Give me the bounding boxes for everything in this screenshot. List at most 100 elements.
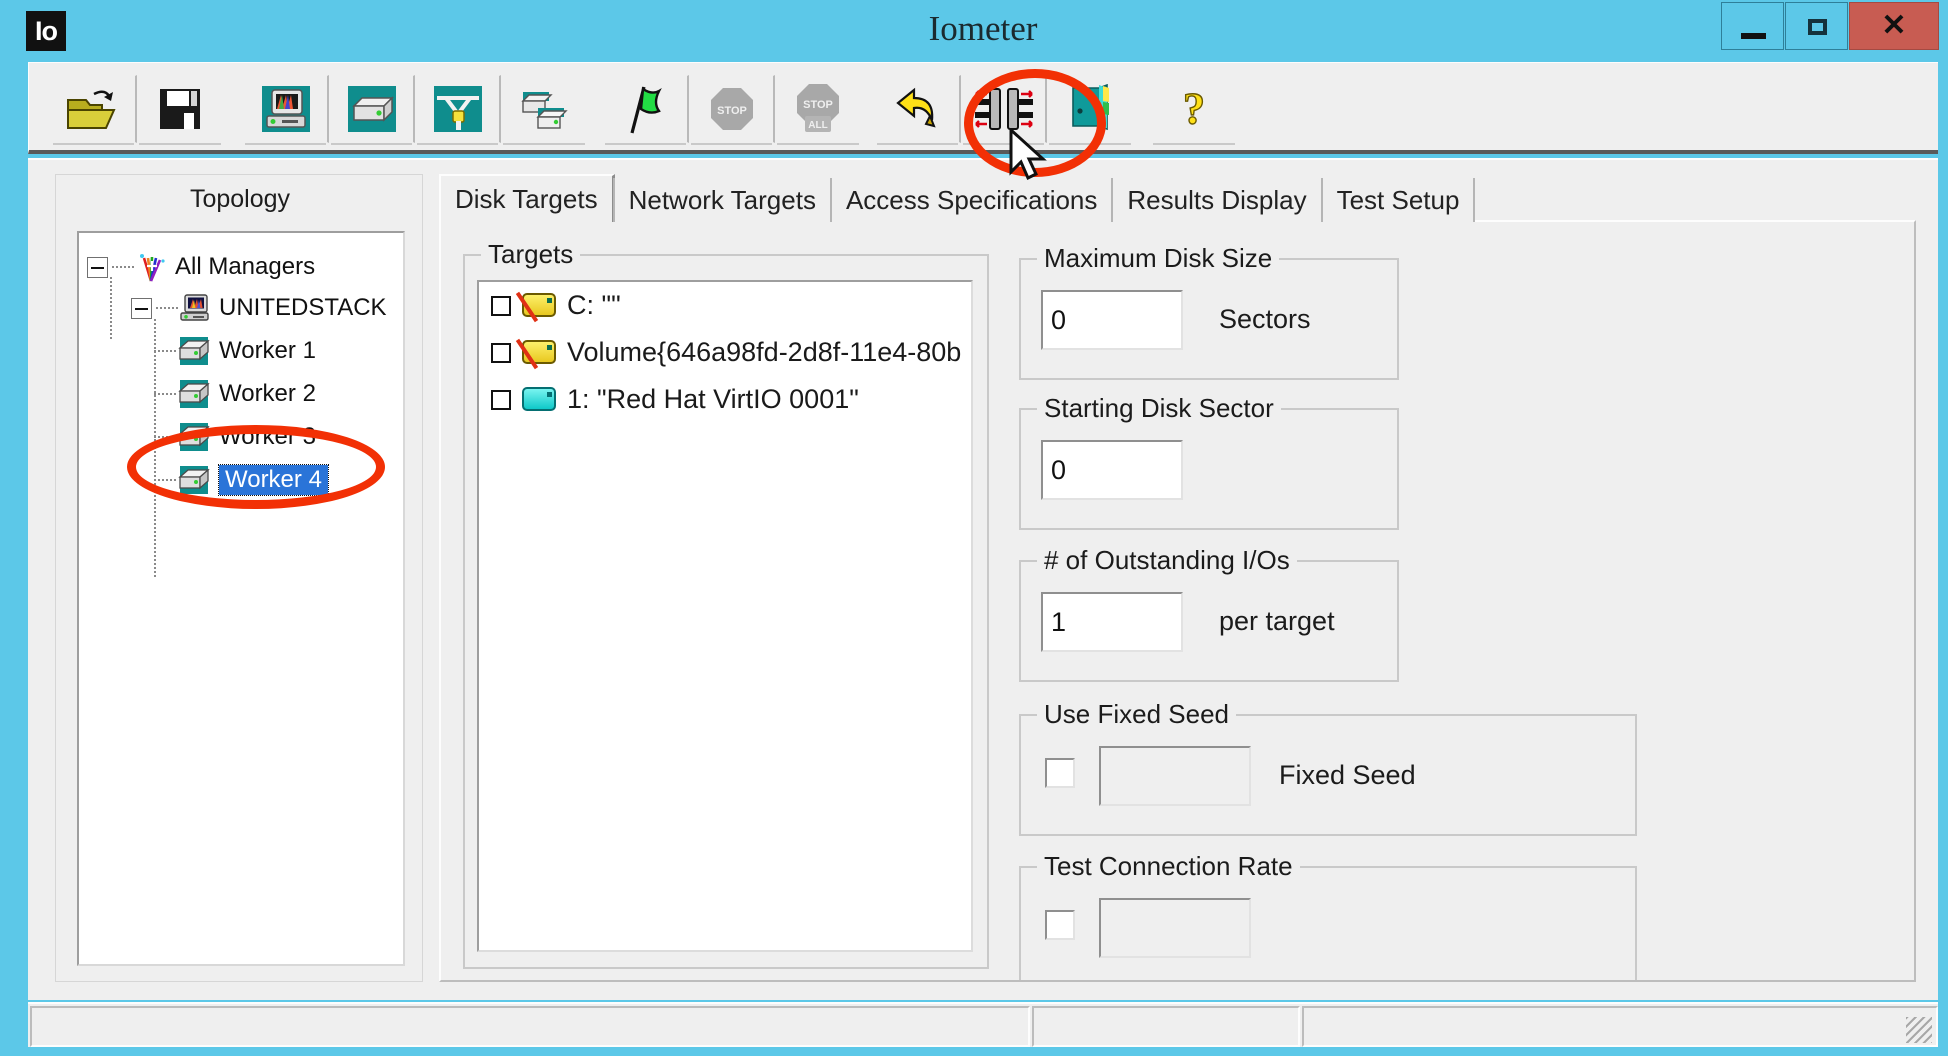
tree-node-label: Worker 2: [219, 380, 316, 407]
stop-icon: STOP: [710, 88, 753, 130]
maximum-disk-size-input[interactable]: [1041, 290, 1183, 350]
tree-connector: [154, 393, 176, 395]
toolbar-stop-button[interactable]: STOP: [689, 75, 775, 145]
logical-drive-unprepared-icon: [515, 338, 556, 369]
topology-tree[interactable]: All Managers UNITEDSTACK Worker 1 Worker…: [77, 231, 405, 966]
svg-text:STOP: STOP: [717, 105, 747, 117]
use-fixed-seed-group: Use Fixed Seed Fixed Seed: [1019, 699, 1637, 836]
svg-text:STOP: STOP: [803, 99, 833, 111]
status-pane-2: [1032, 1006, 1300, 1047]
tree-node-label: Worker 1: [219, 337, 316, 364]
targets-group: Targets C: "" Volume{646a98fd-2d8f-11e4-…: [463, 239, 989, 969]
tab-test-setup[interactable]: Test Setup: [1320, 178, 1476, 222]
tree-node-label: All Managers: [175, 253, 316, 280]
tab-network-targets[interactable]: Network Targets: [612, 178, 832, 222]
toolbar-stop-all-button[interactable]: STOP ALL: [775, 75, 861, 145]
topology-panel: Topology All Managers UNITEDSTACK Worker…: [55, 174, 423, 982]
physical-disk-icon: [522, 386, 556, 413]
all-managers-wand-icon: [140, 254, 165, 282]
toolbar-exit-button[interactable]: [1047, 75, 1133, 145]
minimize-button[interactable]: [1721, 2, 1784, 50]
targets-list[interactable]: C: "" Volume{646a98fd-2d8f-11e4-80b 1: "…: [477, 280, 973, 952]
logical-drive-unprepared-icon: [515, 291, 556, 322]
tree-connector: [110, 277, 112, 341]
tab-results-display[interactable]: Results Display: [1111, 178, 1323, 222]
reset-arrow-icon: [895, 87, 936, 128]
worker-disk-icon: [178, 380, 210, 408]
target-list-item[interactable]: 1: "Red Hat VirtIO 0001": [479, 376, 971, 423]
use-fixed-seed-checkbox[interactable]: [1045, 758, 1075, 788]
target-checkbox[interactable]: [491, 295, 511, 316]
tree-node-worker-1[interactable]: Worker 1: [154, 333, 316, 369]
new-worker-icon: [347, 86, 396, 132]
tab-strip: Disk Targets Network Targets Access Spec…: [439, 174, 1476, 222]
tree-node-label-selected: Worker 4: [218, 464, 329, 496]
tree-node-worker-3[interactable]: Worker 3: [154, 419, 316, 455]
target-label: Volume{646a98fd-2d8f-11e4-80b: [567, 337, 962, 367]
tree-node-worker-4[interactable]: Worker 4: [154, 462, 329, 498]
outstanding-ios-label: # of Outstanding I/Os: [1037, 545, 1297, 576]
starting-disk-sector-input[interactable]: [1041, 440, 1183, 500]
fixed-seed-input[interactable]: [1099, 746, 1251, 806]
toolbar-reset-button[interactable]: [875, 75, 961, 145]
new-disk-worker-icon: [433, 86, 482, 132]
tab-access-specifications[interactable]: Access Specifications: [829, 178, 1114, 222]
tree-connector: [156, 307, 178, 309]
tree-node-label: UNITEDSTACK: [219, 294, 387, 321]
worker-disk-icon: [178, 337, 210, 365]
help-question-icon: ?: [1182, 83, 1205, 133]
tree-node-worker-2[interactable]: Worker 2: [154, 376, 316, 412]
close-icon: ✕: [1881, 9, 1907, 42]
status-pane-1: [30, 1006, 1030, 1047]
open-folder-icon: [66, 90, 116, 129]
expander-minus-icon[interactable]: [87, 256, 108, 278]
close-button[interactable]: ✕: [1849, 2, 1939, 50]
toolbar-new-manager-button[interactable]: [329, 75, 415, 145]
maximum-disk-size-group: Maximum Disk Size Sectors: [1019, 243, 1399, 380]
worker-disk-icon: [178, 466, 210, 494]
test-connection-rate-checkbox[interactable]: [1045, 910, 1075, 940]
starting-disk-sector-group: Starting Disk Sector: [1019, 393, 1399, 530]
toolbar: STOP STOP ALL ?: [28, 62, 1938, 154]
test-connection-rate-input[interactable]: [1099, 898, 1251, 958]
minimize-icon: [1741, 33, 1766, 39]
duplicate-worker-icon: [521, 92, 568, 129]
resize-grip[interactable]: [1906, 1017, 1932, 1043]
toolbar-save-button[interactable]: [137, 75, 223, 145]
outstanding-ios-input[interactable]: [1041, 592, 1183, 652]
stop-all-icon: STOP ALL: [797, 84, 839, 132]
target-list-item[interactable]: Volume{646a98fd-2d8f-11e4-80b: [479, 329, 971, 376]
start-flag-icon: [629, 86, 662, 134]
toolbar-disconnect-button[interactable]: [243, 75, 329, 145]
maximum-disk-size-label: Maximum Disk Size: [1037, 243, 1280, 274]
target-checkbox[interactable]: [491, 342, 511, 363]
tree-node-all-managers[interactable]: All Managers: [87, 249, 315, 285]
tab-disk-targets[interactable]: Disk Targets: [439, 174, 615, 222]
target-label: 1: "Red Hat VirtIO 0001": [567, 384, 859, 414]
outstanding-ios-unit: per target: [1219, 606, 1335, 636]
manager-pc-icon: [180, 294, 209, 321]
maximum-disk-size-unit: Sectors: [1219, 304, 1311, 334]
maximize-button[interactable]: [1785, 2, 1848, 50]
status-bar: [28, 1002, 1938, 1047]
toolbar-duplicate-worker-button[interactable]: [501, 75, 587, 145]
toolbar-open-button[interactable]: [51, 75, 137, 145]
target-checkbox[interactable]: [491, 389, 511, 410]
starting-disk-sector-label: Starting Disk Sector: [1037, 393, 1281, 424]
toolbar-new-worker-button[interactable]: [415, 75, 501, 145]
use-fixed-seed-label: Use Fixed Seed: [1037, 699, 1236, 730]
expander-minus-icon[interactable]: [131, 297, 152, 319]
tree-connector: [154, 479, 176, 481]
tree-node-unitedstack[interactable]: UNITEDSTACK: [131, 290, 387, 326]
svg-text:ALL: ALL: [808, 120, 827, 131]
target-label: C: "": [567, 290, 621, 320]
maximize-icon: [1808, 19, 1827, 35]
mouse-pointer-cursor: [1009, 128, 1047, 181]
new-manager-icon: [261, 86, 310, 132]
toolbar-help-button[interactable]: ?: [1151, 75, 1237, 145]
toolbar-start-button[interactable]: [603, 75, 689, 145]
access-spec-icon: [974, 88, 1033, 130]
client-area: Topology All Managers UNITEDSTACK Worker…: [28, 158, 1938, 1000]
save-floppy-icon: [160, 89, 200, 129]
target-list-item[interactable]: C: "": [479, 282, 971, 329]
